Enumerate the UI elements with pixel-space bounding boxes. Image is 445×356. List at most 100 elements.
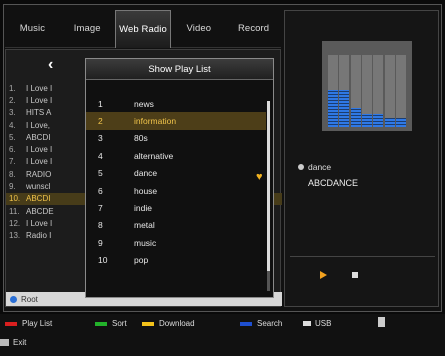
play-list: 1 news 2 information 3 80s 4 alternative 5 da… <box>86 95 266 269</box>
playlist-item-selected[interactable]: 2 information <box>86 112 266 130</box>
playlist-item[interactable]: 6 house <box>86 182 266 199</box>
equalizer-bar <box>361 55 372 127</box>
item-title: I Love I <box>26 145 53 155</box>
item-number: 6 <box>98 185 103 196</box>
item-number: 13. <box>9 231 21 241</box>
equalizer-bar <box>384 55 395 127</box>
tab-bar: Music Image Web Radio Video Record <box>5 10 281 48</box>
equalizer-level <box>396 118 407 127</box>
item-number: 4 <box>98 150 103 161</box>
item-number: 9 <box>98 237 103 248</box>
item-title: house <box>134 185 158 196</box>
item-title: news <box>134 98 154 109</box>
yellow-key-icon <box>142 321 154 326</box>
item-number: 7 <box>98 203 103 214</box>
item-title: music <box>134 237 157 248</box>
equalizer-bar <box>373 55 384 127</box>
item-number: 10. <box>9 194 21 204</box>
item-title: dance <box>134 168 158 179</box>
playlist-item[interactable]: 8 metal <box>86 217 266 234</box>
exit-label: Exit <box>13 338 27 347</box>
playlist-item[interactable]: 1 news <box>86 95 266 112</box>
search-label: Search <box>257 319 283 328</box>
exit-icon <box>0 339 9 346</box>
equalizer-bar <box>396 55 407 127</box>
item-title: I Love I <box>26 218 53 228</box>
item-number: 2. <box>9 95 16 105</box>
equalizer-level <box>350 108 361 127</box>
tab-record[interactable]: Record <box>226 10 281 48</box>
blue-key-icon <box>240 321 252 326</box>
back-row: ‹ <box>8 54 88 78</box>
item-title: pop <box>134 255 149 266</box>
item-title: information <box>134 116 177 127</box>
red-key-icon <box>5 321 17 326</box>
tab-music[interactable]: Music <box>5 10 60 48</box>
item-title: ABCDI <box>26 194 51 204</box>
item-title: alternative <box>134 150 174 161</box>
download-button[interactable]: Download <box>142 319 195 328</box>
item-title: metal <box>134 220 155 231</box>
equalizer-bar <box>339 55 350 127</box>
play-icon[interactable] <box>320 271 327 279</box>
item-number: 3. <box>9 108 16 118</box>
divider <box>290 256 435 257</box>
equalizer-level <box>384 118 395 127</box>
item-title: RADIO <box>26 169 52 179</box>
item-title: indie <box>134 203 152 214</box>
item-number: 12. <box>9 218 21 228</box>
item-number: 4. <box>9 120 16 130</box>
equalizer-visualizer <box>322 41 412 131</box>
playlist-item[interactable]: 5 dance <box>86 165 266 182</box>
item-title: ABCDE <box>26 206 54 216</box>
tab-web-radio[interactable]: Web Radio <box>114 10 172 48</box>
sort-button[interactable]: Sort <box>95 319 127 328</box>
item-title: I Love, <box>26 120 51 130</box>
back-arrow-icon[interactable]: ‹ <box>48 56 53 74</box>
item-number: 2 <box>98 116 103 127</box>
playlist-item[interactable]: 4 alternative <box>86 147 266 164</box>
tab-image[interactable]: Image <box>59 10 115 48</box>
item-title: I Love I <box>26 95 53 105</box>
play-list-dialog: Show Play List 1 news 2 information 3 80s 4… <box>85 58 274 298</box>
equalizer-level <box>373 114 384 127</box>
station-name: ABCDANCE <box>308 178 359 188</box>
stop-icon[interactable] <box>352 272 358 278</box>
item-title: wunscl <box>26 182 51 192</box>
playlist-item[interactable]: 3 80s <box>86 130 266 147</box>
usb-button[interactable]: USB <box>303 319 331 328</box>
item-title: HITS A <box>26 108 52 118</box>
usb-icon <box>303 321 311 326</box>
sort-label: Sort <box>112 319 127 328</box>
station-icon <box>298 164 304 170</box>
search-button[interactable]: Search <box>240 319 282 328</box>
item-number: 1. <box>9 83 16 93</box>
item-title: I Love I <box>26 83 53 93</box>
playlist-item[interactable]: 10 pop <box>86 252 266 269</box>
equalizer-level <box>327 90 338 127</box>
root-icon <box>10 295 17 303</box>
tab-video[interactable]: Video <box>171 10 227 48</box>
equalizer-level <box>361 114 372 127</box>
item-title: Radio I <box>26 231 52 241</box>
playlist-item[interactable]: 9 music <box>86 234 266 251</box>
playlist-item[interactable]: 7 indie <box>86 199 266 216</box>
item-number: 11. <box>9 206 20 216</box>
play-list-button[interactable]: Play List <box>5 319 52 328</box>
favorite-heart-icon: ♥ <box>256 171 263 183</box>
scrollbar-thumb[interactable] <box>267 101 270 271</box>
exit-button[interactable]: Exit <box>0 338 26 347</box>
info-button[interactable] <box>378 317 385 327</box>
item-title: ABCDI <box>26 132 51 142</box>
dialog-title: Show Play List <box>86 59 273 80</box>
item-number: 3 <box>98 133 103 144</box>
item-number: 7. <box>9 157 16 167</box>
item-number: 8. <box>9 169 16 179</box>
item-title: 80s <box>134 133 148 144</box>
scrollbar[interactable] <box>267 101 270 291</box>
now-playing-panel: dance ABCDANCE <box>284 10 439 307</box>
item-title: I Love I <box>26 157 53 167</box>
play-list-label: Play List <box>22 319 53 328</box>
item-number: 9. <box>9 182 16 192</box>
item-number: 1 <box>98 98 103 109</box>
